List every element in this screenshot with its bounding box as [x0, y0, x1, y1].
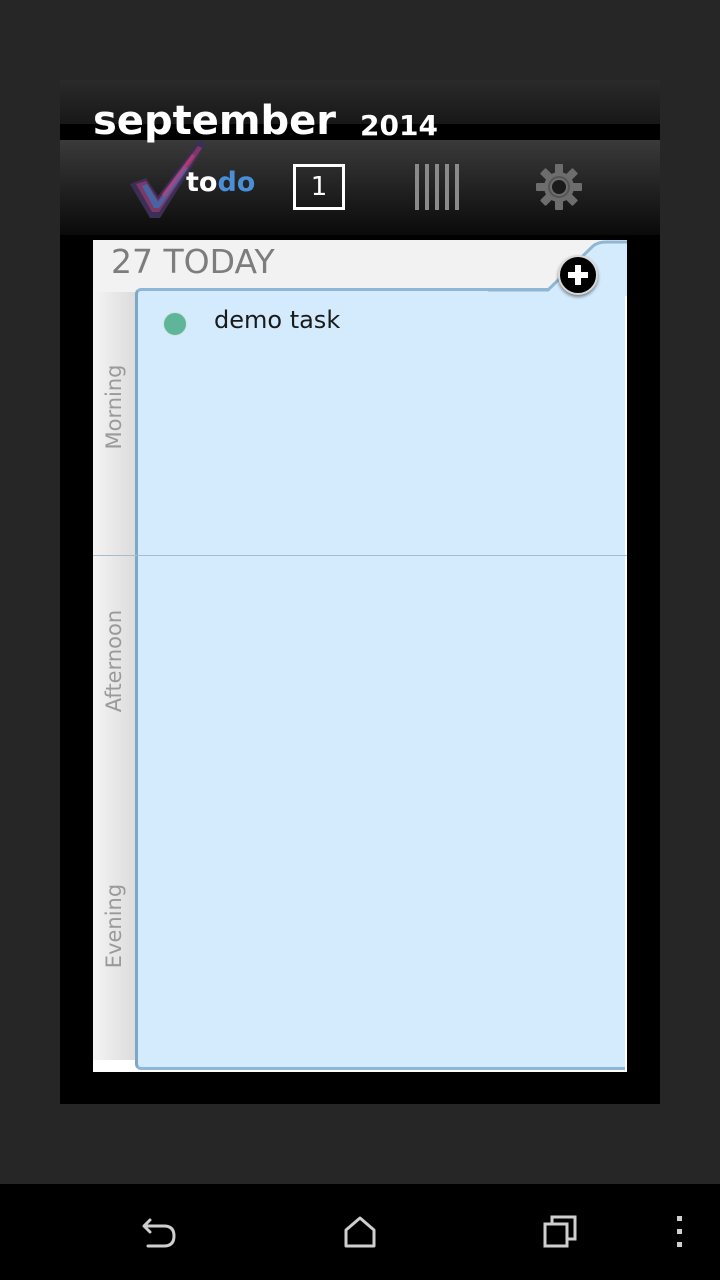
logo-text-to: to	[186, 167, 218, 198]
period-divider	[93, 555, 627, 556]
home-icon[interactable]	[336, 1208, 384, 1256]
screen: september 2014 todo 1 27 TODAY Morning A…	[0, 0, 720, 1280]
back-icon[interactable]	[136, 1208, 184, 1256]
gear-icon[interactable]	[534, 162, 584, 212]
week-view-icon[interactable]	[414, 164, 462, 210]
period-label-afternoon: Afternoon	[102, 609, 126, 713]
task-status-dot[interactable]	[163, 312, 187, 336]
overflow-menu-icon[interactable]	[666, 1208, 694, 1256]
recents-icon[interactable]	[536, 1208, 584, 1256]
task-title[interactable]: demo task	[214, 304, 340, 336]
day-view-button[interactable]: 1	[293, 164, 345, 210]
add-task-button[interactable]	[558, 255, 598, 295]
navigation-bar	[0, 1184, 720, 1280]
month-label[interactable]: september	[93, 97, 336, 145]
period-label-morning: Morning	[102, 364, 126, 450]
date-label[interactable]: 27 TODAY	[111, 242, 275, 282]
logo-text: todo	[186, 166, 255, 200]
year-label[interactable]: 2014	[360, 109, 438, 143]
day-planner-card: 27 TODAY Morning Afternoon Evening demo …	[93, 240, 627, 1072]
logo-text-do: do	[217, 167, 256, 198]
task-slots[interactable]	[135, 288, 625, 1070]
todo-logo[interactable]: todo	[128, 138, 268, 222]
tab-notch	[488, 240, 627, 296]
period-label-evening: Evening	[102, 883, 126, 969]
plus-icon-v	[575, 265, 581, 285]
todo-widget: september 2014 todo 1 27 TODAY Morning A…	[60, 80, 660, 1104]
task-item[interactable]: demo task	[153, 302, 593, 342]
